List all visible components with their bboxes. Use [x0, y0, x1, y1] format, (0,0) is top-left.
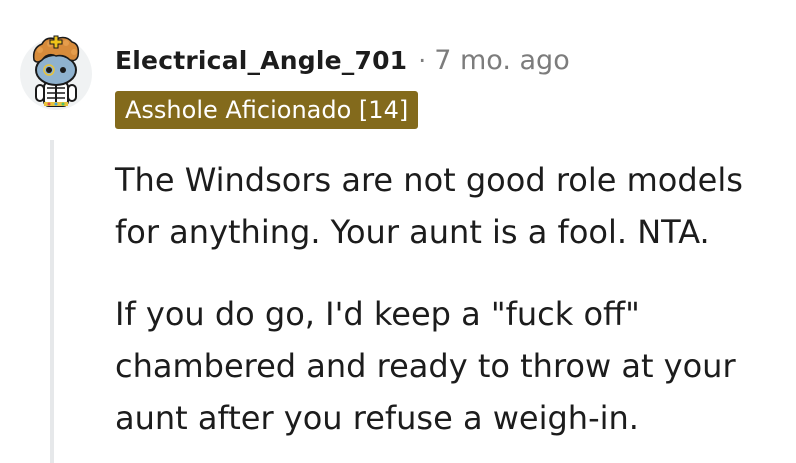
- comment-header: Electrical_Angle_701 · 7 mo. ago: [115, 40, 570, 80]
- username-link[interactable]: Electrical_Angle_701: [115, 46, 407, 75]
- comment-timestamp[interactable]: 7 mo. ago: [434, 45, 569, 76]
- meta-separator: ·: [418, 45, 427, 75]
- comment-paragraph: If you do go, I'd keep a "fuck off" cham…: [115, 295, 736, 437]
- thread-line[interactable]: [50, 140, 54, 463]
- comment-body: The Windsors are not good role models fo…: [115, 154, 775, 444]
- comment: Electrical_Angle_701 · 7 mo. ago Asshole…: [0, 0, 796, 463]
- comment-paragraph: The Windsors are not good role models fo…: [115, 161, 743, 251]
- user-avatar[interactable]: [20, 30, 92, 112]
- user-flair[interactable]: Asshole Aficionado [14]: [115, 91, 419, 129]
- snoo-skeleton-avatar-icon: [32, 35, 80, 107]
